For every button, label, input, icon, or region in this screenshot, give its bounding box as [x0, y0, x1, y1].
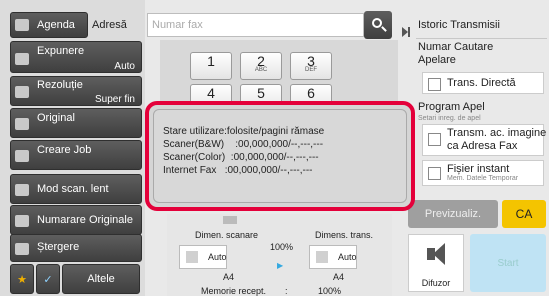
count-originals-icon	[15, 215, 29, 227]
erase-icon	[15, 243, 29, 255]
numar-cautare-link[interactable]: Numar Cautare Apelare	[418, 41, 493, 67]
usage-status-popup: Stare utilizare:folosite/pagini rămase S…	[145, 101, 415, 211]
check-button[interactable]: ✓	[36, 264, 60, 294]
original-icon	[15, 118, 29, 130]
creare-job-label: Creare Job	[37, 144, 92, 156]
previzualiz-label: Previzualiz.	[424, 208, 482, 220]
slow-scan-icon	[15, 184, 29, 196]
adresa-label: Adresă	[92, 19, 127, 31]
search-button[interactable]	[364, 11, 392, 39]
agenda-label: Agenda	[37, 19, 75, 31]
mem-datele-label: Mem. Datele Temporar	[447, 175, 519, 182]
job-build-icon	[15, 150, 29, 162]
expunere-value: Auto	[114, 61, 135, 72]
scan-size-value: Auto	[208, 252, 227, 262]
trans-directa-checkbox[interactable]	[428, 78, 441, 91]
bottom-bar: ★ ✓ Altele	[10, 264, 140, 294]
agenda-button[interactable]: Agenda	[10, 12, 88, 38]
scaner-color-line: Scaner(Color) :00,000,000/--,---,---	[163, 152, 319, 163]
trans-directa-option[interactable]: Trans. Directă	[422, 72, 544, 94]
exposure-icon	[15, 53, 29, 65]
internet-fax-line: Internet Fax :00,000,000/--,---,---	[163, 165, 313, 176]
collapse-arrow-bar	[408, 27, 410, 37]
numarare-originale-button[interactable]: Numarare Originale	[10, 205, 142, 235]
speaker-icon-cone	[433, 243, 445, 265]
numarare-originale-label: Numarare Originale	[37, 214, 133, 226]
scan-paper-value: A4	[223, 272, 235, 282]
scan-size-icon	[223, 216, 237, 224]
rezolutie-button[interactable]: Rezoluție Super fin	[10, 76, 142, 106]
transm-imagine-label: Transm. ac. imagine ca Adresa Fax	[447, 127, 547, 152]
keypad: 1 2 ABC 3 DEF 4 5 6	[160, 40, 400, 112]
check-icon: ✓	[43, 273, 53, 286]
key-3[interactable]: 3 DEF	[290, 52, 332, 80]
search-icon-handle	[381, 26, 387, 32]
memory-value: 100%	[318, 286, 342, 296]
difuzor-label: Difuzor	[421, 278, 451, 288]
fisier-instant-checkbox[interactable]	[428, 167, 441, 180]
memory-label: Memorie recept.	[201, 286, 267, 296]
ca-label: CA	[515, 207, 533, 221]
difuzor-button[interactable]: Difuzor	[408, 234, 464, 292]
altele-button[interactable]: Altele	[62, 264, 140, 294]
transm-imagine-option[interactable]: Transm. ac. imagine ca Adresa Fax	[422, 124, 547, 156]
key-digit: 5	[257, 85, 265, 101]
program-apel-link[interactable]: Program Apel	[418, 101, 485, 113]
key-digit: 4	[207, 85, 215, 101]
favorite-button[interactable]: ★	[10, 264, 34, 294]
paper-icon	[316, 251, 328, 263]
ca-button[interactable]: CA	[502, 200, 546, 228]
address-book-icon	[15, 19, 29, 31]
altele-label: Altele	[87, 273, 115, 285]
divider	[416, 38, 547, 39]
key-digit: 6	[307, 85, 315, 101]
transm-imagine-checkbox[interactable]	[428, 133, 441, 146]
key-1[interactable]: 1	[190, 52, 232, 80]
scan-settings-panel: Dimen. scanare Dimens. trans. 100% Auto …	[167, 214, 392, 296]
previzualiz-button[interactable]: Previzualiz.	[408, 200, 498, 228]
rezolutie-value: Super fin	[94, 94, 135, 105]
mod-scan-lent-label: Mod scan. lent	[37, 183, 109, 195]
arrow-right-icon: ▶	[277, 261, 284, 270]
stergere-button[interactable]: Ștergere	[10, 234, 142, 262]
memory-separator: :	[285, 286, 288, 296]
stergere-label: Ștergere	[37, 241, 80, 253]
right-panel: Istoric Transmisii Numar Cautare Apelare…	[398, 0, 549, 296]
scaner-bw-line: Scaner(B&W) :00,000,000/--,---,---	[163, 139, 324, 150]
start-label: Start	[497, 258, 519, 269]
creare-job-button[interactable]: Creare Job	[10, 140, 142, 170]
setari-inreg-label: Setari inreg. de apel	[418, 115, 481, 122]
scan-size-selector[interactable]: Auto	[179, 245, 227, 269]
dimens-trans-label: Dimens. trans.	[315, 230, 374, 240]
popup-content: Stare utilizare:folosite/pagini rămase S…	[153, 109, 407, 203]
istoric-transmisii-link[interactable]: Istoric Transmisii	[418, 19, 500, 31]
fisier-instant-option[interactable]: Fișier instant Mem. Datele Temporar	[422, 160, 544, 186]
popup-title: Stare utilizare:folosite/pagini rămase	[163, 126, 325, 137]
star-icon: ★	[17, 273, 27, 286]
mod-scan-lent-button[interactable]: Mod scan. lent	[10, 174, 142, 204]
dimens-scanare-label: Dimen. scanare	[195, 230, 259, 240]
trans-size-value: Auto	[338, 252, 357, 262]
rezolutie-label: Rezoluție	[37, 79, 83, 91]
key-letters: ABC	[254, 67, 268, 73]
expunere-button[interactable]: Expunere Auto	[10, 41, 142, 73]
fax-number-input[interactable]: Numar fax	[147, 13, 364, 37]
key-digit: 1	[207, 53, 215, 69]
original-label: Original	[37, 112, 75, 124]
fisier-instant-label: Fișier instant	[447, 163, 510, 175]
original-button[interactable]: Original	[10, 108, 142, 138]
paper-icon	[186, 251, 198, 263]
resolution-icon	[15, 86, 29, 98]
trans-paper-value: A4	[333, 272, 345, 282]
trans-directa-label: Trans. Directă	[447, 77, 516, 89]
key-2[interactable]: 2 ABC	[240, 52, 282, 80]
expunere-label: Expunere	[37, 45, 85, 57]
key-letters: DEF	[305, 67, 317, 73]
start-button[interactable]: Start	[470, 234, 546, 292]
trans-size-selector[interactable]: Auto	[309, 245, 357, 269]
ratio-value: 100%	[270, 242, 294, 252]
